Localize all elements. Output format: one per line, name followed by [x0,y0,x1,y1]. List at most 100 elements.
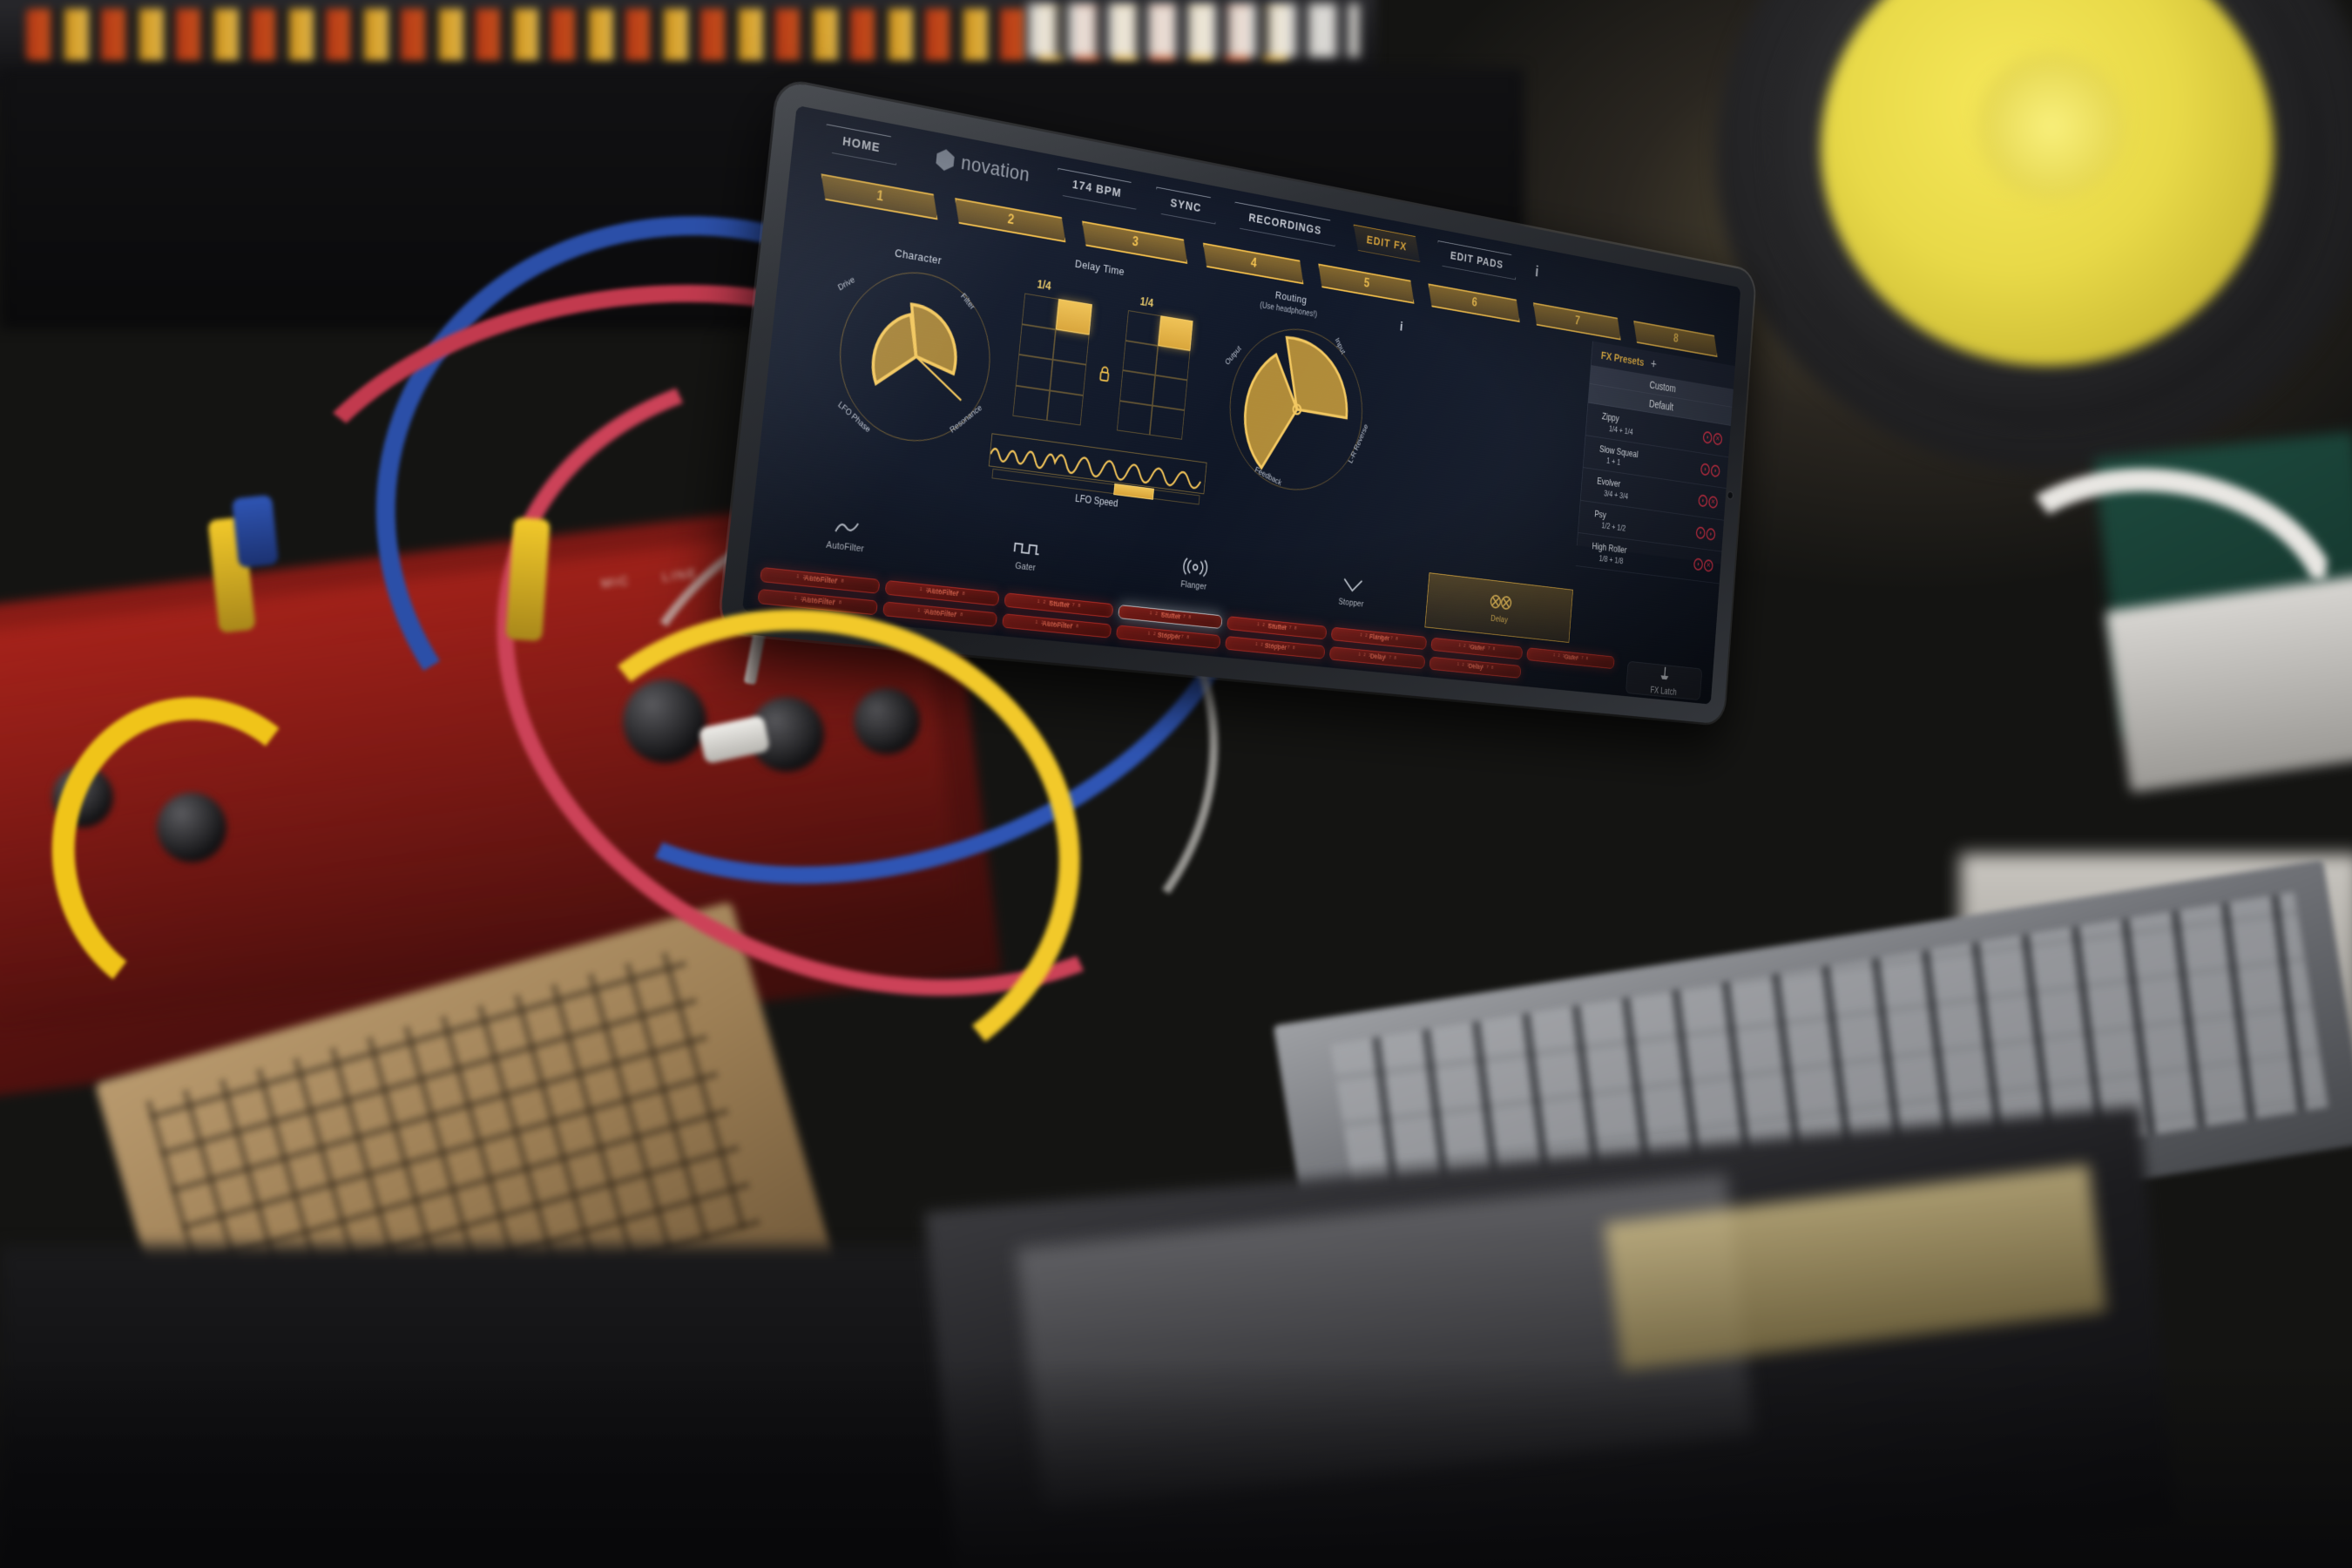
delay-cell[interactable] [1123,341,1159,375]
pad-number-strip: 1 2 3 4 5 6 7 8 [1332,630,1426,644]
fx-pad[interactable]: 1 2 3 4 5 6 7 8 Flanger [1331,627,1427,650]
knob-icon: ◗ [1706,527,1715,540]
circle-x-icon: ✕ [1713,433,1722,446]
sine-wave-icon [833,515,862,540]
bpm-button[interactable]: 174 BPM [1055,167,1139,209]
concentric-ring-icon [1181,556,1210,579]
fx-presets-title: FX Presets [1600,349,1644,369]
delay-cell-selected[interactable] [1056,299,1092,335]
brand-logo: novation [935,147,1031,187]
delay-cell[interactable] [1117,401,1152,436]
speaker-dust-cap [1977,52,2126,200]
foreground-dark-object [0,1246,976,1568]
delay-time-right-grid[interactable] [1117,310,1193,440]
preset-fx-icons: ◗ ◗ [1695,526,1715,541]
delay-cell[interactable] [1012,385,1050,421]
delay-cell[interactable] [1155,345,1190,380]
preset-fx-icons: ◗ ✕ [1698,494,1718,509]
down-arrow-icon [1342,574,1364,597]
pad-number-strip: 1 2 3 4 5 6 7 8 [1117,628,1220,643]
fx-pad[interactable]: 1 2 3 4 5 6 7 8 Stopper [1225,636,1325,659]
fx-latch-label: FX Latch [1650,685,1677,698]
preset-fx-icons: ◗ ✕ [1702,431,1722,446]
fx-pad[interactable]: 1 2 3 4 5 6 7 8 Gater [1526,647,1614,669]
delay-cell[interactable] [1018,324,1056,360]
delay-time-right-value: 1/4 [1139,294,1154,309]
fx-pad[interactable]: 1 2 3 4 5 6 7 8 1/4 + 1/4 Delay [1329,646,1425,669]
delay-cell[interactable] [1150,405,1185,440]
delay-cell[interactable] [1119,370,1155,405]
padlock-icon[interactable] [1098,364,1112,384]
delay-time-left-value: 1/4 [1037,277,1051,293]
fx-pad[interactable]: 1 2 3 4 5 6 7 8 1 + 1 Delay [1429,657,1522,679]
fx-presets-panel: FX Presets + Custom Default Zippy 1/4 + … [1577,341,1735,564]
preset-fx-icons: ◗ ◗ [1700,463,1720,477]
pad-bank-6[interactable]: 6 [1426,283,1521,322]
pad-bank-7[interactable]: 7 [1531,302,1623,340]
tab-label: Flanger [1180,579,1207,591]
tab-label: Gater [1015,561,1037,573]
pad-number-strip: 1 2 3 4 5 6 7 8 [759,592,876,609]
fx-pad[interactable]: 1 2 3 4 5 6 7 8 AutoFilter [885,580,1000,606]
fx-pad-selected[interactable]: 1 2 3 4 5 6 7 8 1/4 + 1/4 Stutter [1118,605,1222,629]
blue-plug [232,495,279,568]
routing-dial[interactable]: Input Feedback L-R Reverse Output [1223,319,1369,498]
edit-pads-button[interactable]: EDIT PADS [1436,240,1517,280]
home-button[interactable]: HOME [823,124,899,165]
square-wave-icon [1012,536,1042,560]
recordings-button[interactable]: RECORDINGS [1233,201,1337,246]
fx-pad[interactable]: 1 2 3 4 5 6 7 8 Gater [1430,638,1523,660]
knob-icon: ◗ [1702,431,1712,444]
knob-icon: ◗ [1700,463,1710,476]
fx-latch-button[interactable]: FX Latch [1625,661,1702,700]
fx-pad[interactable]: 1 2 3 4 5 6 7 8 Stutter [1227,616,1327,639]
tab-label: Stopper [1338,597,1364,609]
delay-cell[interactable] [1152,375,1187,410]
knob-icon: ◗ [1698,494,1707,507]
routing-info-icon[interactable]: i [1396,319,1407,334]
delay-time-right[interactable]: 1/4 [1117,310,1193,440]
routing-subtitle: (Use headphones!) [1260,301,1318,320]
add-preset-icon[interactable]: + [1650,357,1657,372]
pad-bank-5[interactable]: 5 [1316,264,1416,304]
delay-cell[interactable] [1050,360,1086,395]
novation-logo-icon [936,147,956,172]
latch-pin-icon [1659,665,1672,682]
knob-icon: ◗ [1695,526,1705,539]
delay-cell[interactable] [1047,390,1084,426]
delay-cell[interactable] [1053,329,1090,365]
pad-number-strip: 1 2 3 4 5 6 7 8 [886,584,998,600]
sync-button[interactable]: SYNC [1153,186,1218,224]
preset-fx-icons: ◗ ✕ [1693,558,1713,572]
delay-cell[interactable] [1016,355,1053,390]
info-icon[interactable]: i [1531,262,1543,280]
tab-label: Delay [1490,614,1509,625]
synth-keys-white [1028,3,1359,57]
fx-pad[interactable]: 1 2 3 4 5 6 7 8 Stopper [1116,625,1220,649]
character-label-drive: Drive [836,275,856,293]
delay-cell[interactable] [1125,310,1161,345]
character-dial[interactable]: Filter Resonance LFO Phase Drive [831,260,997,449]
delay-time-left-grid[interactable] [1012,294,1092,426]
fx-pad[interactable]: 1 2 3 4 5 6 7 8 AutoFilter [1002,613,1112,638]
tab-label: AutoFilter [826,540,865,555]
brand-name: novation [960,152,1031,187]
pad-number-strip: 1 2 3 4 5 6 7 8 [1004,617,1111,632]
pad-number-strip: 1 2 3 4 5 6 7 8 [761,571,879,588]
edit-fx-button[interactable]: EDIT FX [1351,224,1422,261]
knob-icon: ◗ [1693,558,1704,571]
studio-photo-scene: MIC LINE INST HOME novation 17 [0,0,2352,1568]
dual-circle-x-icon [1486,591,1515,613]
pad-number-strip: 1 2 3 4 5 6 7 8 [1005,596,1112,612]
delay-cell[interactable] [1022,294,1059,329]
fx-side-buttons: FX Latch [1624,658,1708,700]
character-title: Character [895,247,943,267]
circle-x-icon: ✕ [1704,559,1713,572]
pad-number-strip: 1 2 3 4 5 6 7 8 [884,605,997,621]
pad-number-strip: 1 2 3 4 5 6 7 8 [1227,619,1326,634]
fx-pad[interactable]: 1 2 3 4 5 6 7 8 AutoFilter [882,601,997,626]
circle-x-icon: ✕ [1708,496,1718,509]
fx-pad[interactable]: 1 2 3 4 5 6 7 8 Stutter [1004,592,1113,618]
delay-cell-selected[interactable] [1158,315,1193,350]
delay-time-left[interactable]: 1/4 [1012,294,1092,426]
